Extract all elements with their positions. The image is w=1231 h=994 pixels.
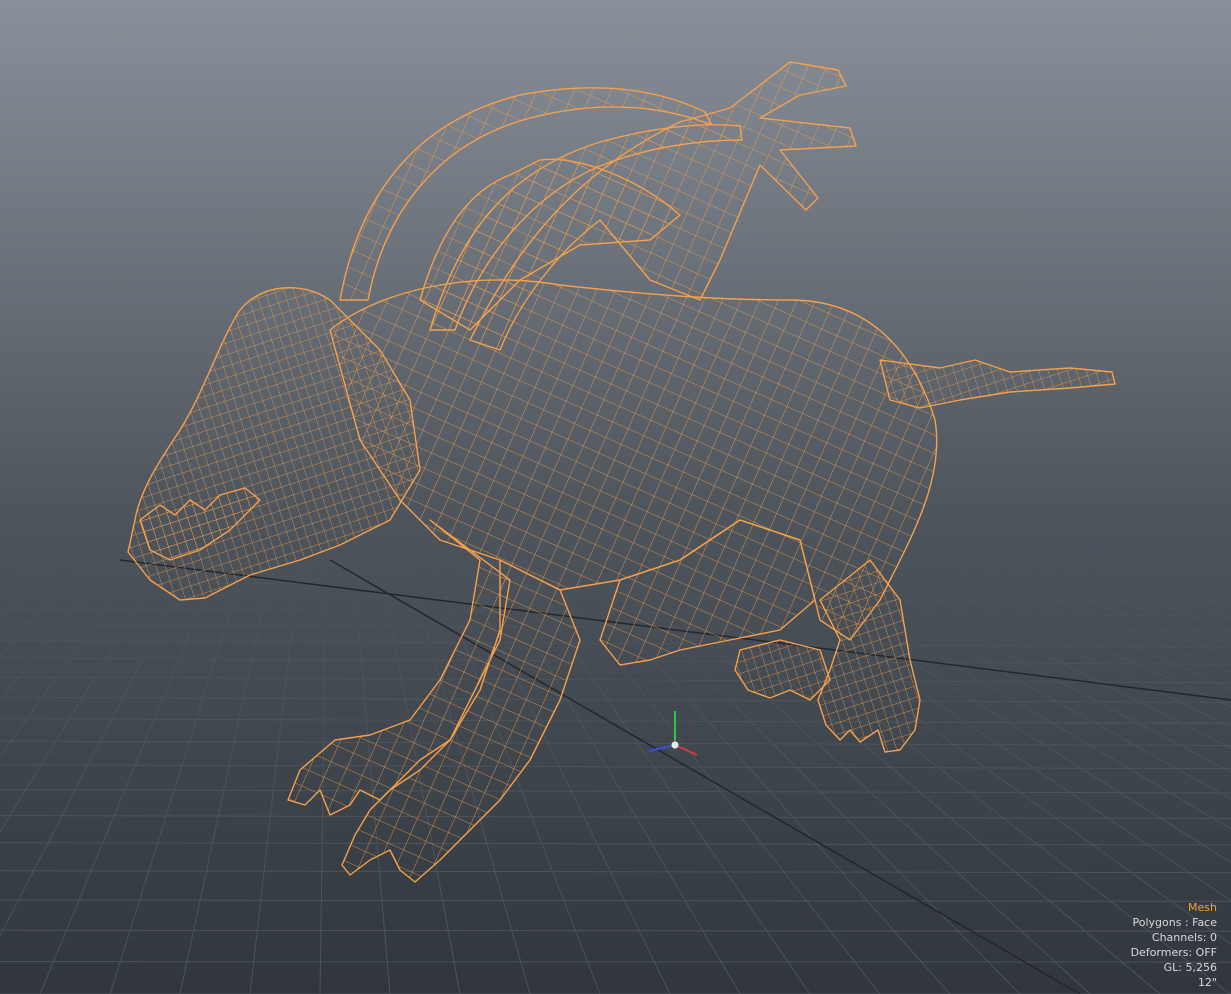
grid-size-label: 12" — [1197, 976, 1217, 989]
channels-count-label: Channels: 0 — [1151, 931, 1217, 944]
3d-viewport[interactable]: Mesh Polygons : Face Channels: 0 Deforme… — [0, 0, 1231, 994]
axis-origin — [670, 740, 680, 750]
polygons-mode-label: Polygons : Face — [1132, 916, 1217, 929]
hind-foot-back — [734, 639, 831, 701]
selection-type-label: Mesh — [1188, 901, 1217, 914]
viewport-info-overlay: Mesh Polygons : Face Channels: 0 Deforme… — [1131, 900, 1217, 990]
deformers-status-label: Deformers: OFF — [1130, 946, 1217, 959]
viewport-scene[interactable] — [0, 0, 1231, 994]
gl-count-label: GL: 5,256 — [1163, 961, 1217, 974]
